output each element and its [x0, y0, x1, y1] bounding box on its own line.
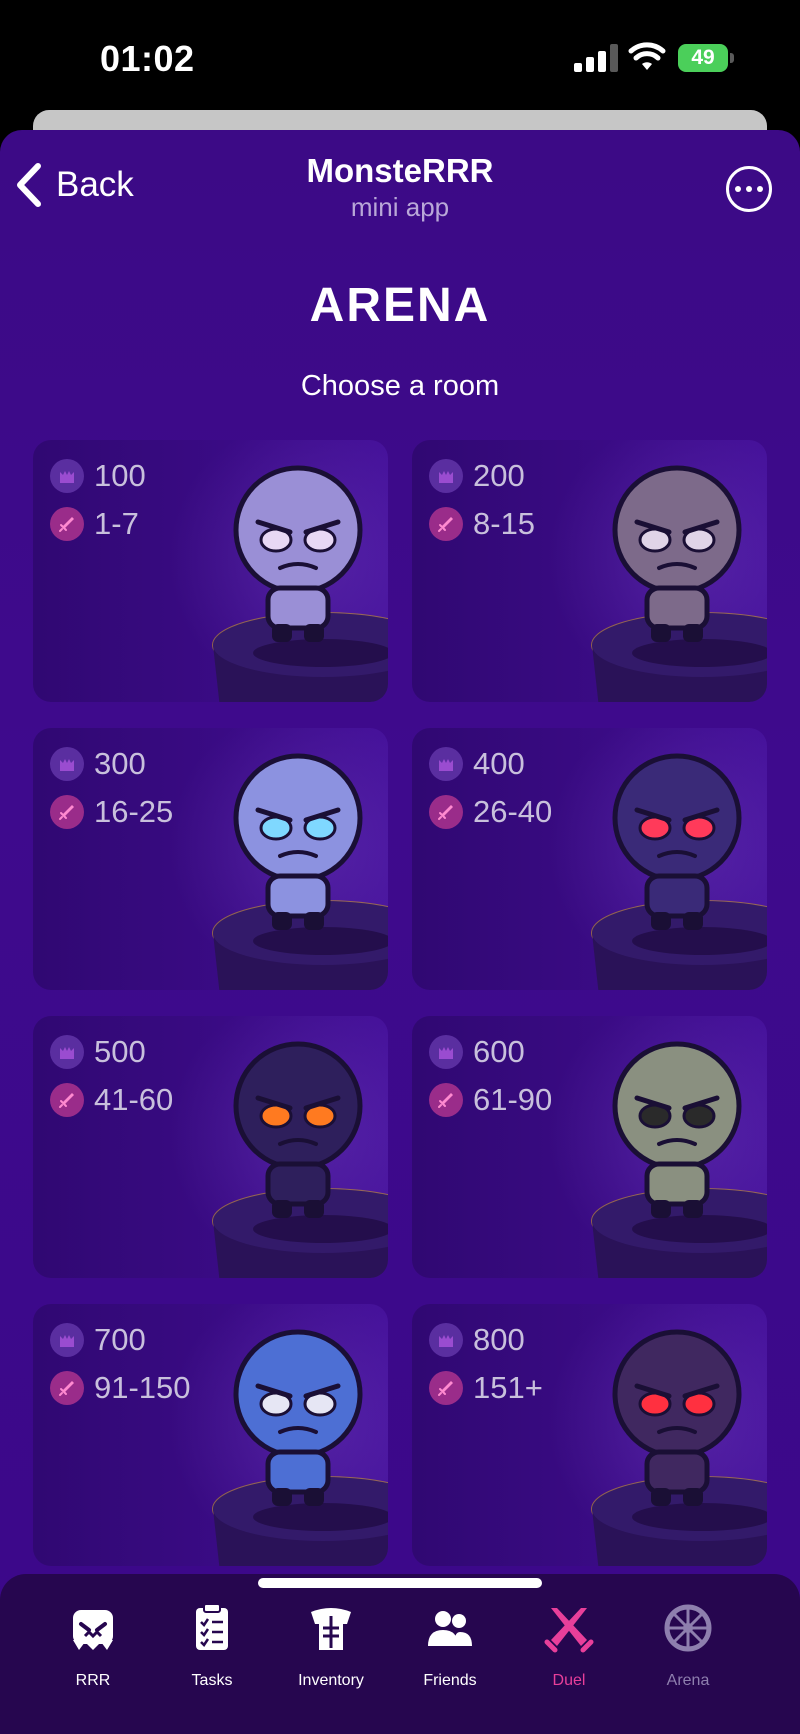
room-levels: 1-7 — [50, 506, 139, 542]
room-prize-value: 100 — [94, 458, 146, 493]
room-levels: 16-25 — [50, 794, 173, 830]
crossed-swords-icon — [544, 1608, 594, 1653]
sword-icon — [50, 1371, 84, 1405]
cellular-signal-icon — [574, 44, 618, 72]
trophy-icon — [429, 1035, 463, 1069]
room-card[interactable]: 100 1-7 — [33, 440, 388, 702]
room-card[interactable]: 700 91-150 — [33, 1304, 388, 1566]
tab-rrr[interactable]: RRR — [33, 1574, 153, 1714]
room-levels: 61-90 — [429, 1082, 552, 1118]
room-levels-value: 61-90 — [473, 1082, 553, 1117]
friends-icon — [428, 1611, 472, 1646]
home-indicator — [258, 1578, 542, 1588]
sword-icon — [429, 1083, 463, 1117]
room-prize: 600 — [429, 1034, 525, 1070]
monster-icon — [233, 753, 363, 930]
trophy-icon — [429, 459, 463, 493]
monster-icon — [233, 465, 363, 642]
monster-icon — [612, 1041, 742, 1218]
room-levels: 91-150 — [50, 1370, 191, 1406]
trophy-icon — [50, 747, 84, 781]
tab-tasks[interactable]: Tasks — [152, 1574, 272, 1714]
room-levels-value: 151+ — [473, 1370, 543, 1405]
more-dot-icon — [735, 186, 741, 192]
tab-label: Arena — [666, 1672, 710, 1689]
room-prize: 700 — [50, 1322, 146, 1358]
room-prize: 400 — [429, 746, 525, 782]
battery-level: 49 — [678, 44, 728, 72]
bottom-tab-bar: RRR Tasks Inventory Friends Duel Arena — [0, 1574, 800, 1734]
room-prize-value: 300 — [94, 746, 146, 781]
tab-label: Tasks — [191, 1672, 233, 1689]
tab-label: Inventory — [298, 1672, 364, 1689]
sword-icon — [50, 507, 84, 541]
room-levels-value: 41-60 — [94, 1082, 174, 1117]
room-levels: 26-40 — [429, 794, 552, 830]
nav-header: Back MonsteRRR mini app — [0, 130, 800, 240]
tab-duel[interactable]: Duel — [509, 1574, 629, 1714]
room-prize-value: 600 — [473, 1034, 525, 1069]
page-title: ARENA — [309, 279, 491, 332]
room-levels-value: 16-25 — [94, 794, 174, 829]
mini-app-container: Back MonsteRRR mini app ARENA Choose a r… — [0, 130, 800, 1734]
monster-icon — [612, 465, 742, 642]
room-card[interactable]: 800 151+ — [412, 1304, 767, 1566]
sword-icon — [50, 795, 84, 829]
room-card[interactable]: 500 41-60 — [33, 1016, 388, 1278]
monster-icon — [233, 1041, 363, 1218]
tab-arena[interactable]: Arena — [628, 1574, 748, 1714]
monster-icon — [612, 753, 742, 930]
room-prize-value: 400 — [473, 746, 525, 781]
room-card[interactable]: 300 16-25 — [33, 728, 388, 990]
sword-icon — [429, 795, 463, 829]
room-prize-value: 500 — [94, 1034, 146, 1069]
trophy-icon — [50, 1323, 84, 1357]
room-levels-value: 8-15 — [473, 506, 536, 541]
trophy-icon — [429, 747, 463, 781]
sword-icon — [429, 507, 463, 541]
room-levels: 41-60 — [50, 1082, 173, 1118]
monster-icon — [73, 1610, 113, 1650]
room-prize-value: 200 — [473, 458, 525, 493]
trophy-icon — [50, 1035, 84, 1069]
room-levels-value: 91-150 — [94, 1370, 191, 1405]
wifi-icon — [628, 42, 666, 70]
sword-icon — [50, 1083, 84, 1117]
room-card[interactable]: 400 26-40 — [412, 728, 767, 990]
status-bar: 01:02 49 — [0, 0, 800, 110]
armor-icon — [311, 1608, 351, 1650]
room-levels-value: 26-40 — [473, 794, 553, 829]
room-prize-value: 700 — [94, 1322, 146, 1357]
battery-icon: 49 — [678, 44, 734, 72]
trophy-icon — [50, 459, 84, 493]
monster-icon — [233, 1329, 363, 1506]
tab-inventory[interactable]: Inventory — [271, 1574, 391, 1714]
room-prize: 200 — [429, 458, 525, 494]
sword-icon — [429, 1371, 463, 1405]
tab-label: Friends — [423, 1672, 477, 1689]
room-levels: 151+ — [429, 1370, 543, 1406]
page-subtitle: Choose a room — [300, 370, 500, 402]
room-prize: 300 — [50, 746, 146, 782]
trophy-icon — [429, 1323, 463, 1357]
room-prize: 500 — [50, 1034, 146, 1070]
room-prize: 100 — [50, 458, 146, 494]
room-prize: 800 — [429, 1322, 525, 1358]
app-title: MonsteRRR — [306, 152, 494, 189]
monster-icon — [612, 1329, 742, 1506]
wheel-icon — [664, 1604, 712, 1652]
tab-label: Duel — [552, 1672, 586, 1689]
clipboard-icon — [196, 1603, 228, 1650]
room-card[interactable]: 600 61-90 — [412, 1016, 767, 1278]
room-prize-value: 800 — [473, 1322, 525, 1357]
room-levels: 8-15 — [429, 506, 535, 542]
tab-label: RRR — [75, 1672, 111, 1689]
more-options-button[interactable] — [726, 166, 772, 212]
room-levels-value: 1-7 — [94, 506, 139, 541]
tab-friends[interactable]: Friends — [390, 1574, 510, 1714]
status-time: 01:02 — [100, 38, 195, 79]
app-subtitle: mini app — [350, 192, 450, 222]
room-card[interactable]: 200 8-15 — [412, 440, 767, 702]
screen: 01:02 49 Back MonsteRRR mini app ARENA C… — [0, 0, 800, 1734]
